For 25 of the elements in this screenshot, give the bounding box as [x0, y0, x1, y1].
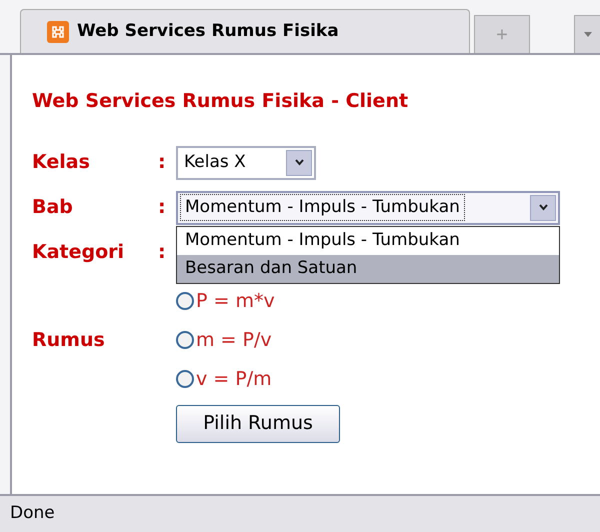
browser-tab[interactable]: Web Services Rumus Fisika	[20, 9, 470, 53]
tab-title: Web Services Rumus Fisika	[77, 20, 339, 43]
radio-button[interactable]	[176, 370, 194, 388]
colon: :	[158, 240, 167, 266]
formula-radio[interactable]: P = m*v	[176, 282, 600, 320]
caret-icon	[294, 159, 304, 166]
page-heading: Web Services Rumus Fisika - Client	[32, 89, 410, 114]
submit-button[interactable]: Pilih Rumus	[176, 404, 340, 442]
caret-icon	[538, 204, 548, 211]
formula-radio[interactable]: v = P/m	[176, 360, 600, 398]
caret-icon	[584, 32, 592, 37]
dropdown-option[interactable]: Besaran dan Satuan	[177, 254, 559, 282]
colon: :	[158, 150, 167, 176]
colon: :	[158, 195, 167, 220]
formula-radio[interactable]: m = P/v	[176, 320, 600, 360]
radio-button[interactable]	[176, 292, 194, 310]
bab-label: Bab	[32, 195, 74, 220]
kategori-label: Kategori	[32, 240, 126, 266]
radio-button[interactable]	[176, 331, 194, 349]
rumus-label: Rumus	[32, 328, 106, 353]
bab-select[interactable]: Momentum - Impuls - Tumbukan	[176, 190, 560, 224]
kelas-select[interactable]: Kelas X	[176, 146, 316, 180]
app-logo-icon	[47, 20, 69, 42]
status-text: Done	[10, 502, 55, 526]
kelas-label: Kelas	[32, 150, 91, 176]
